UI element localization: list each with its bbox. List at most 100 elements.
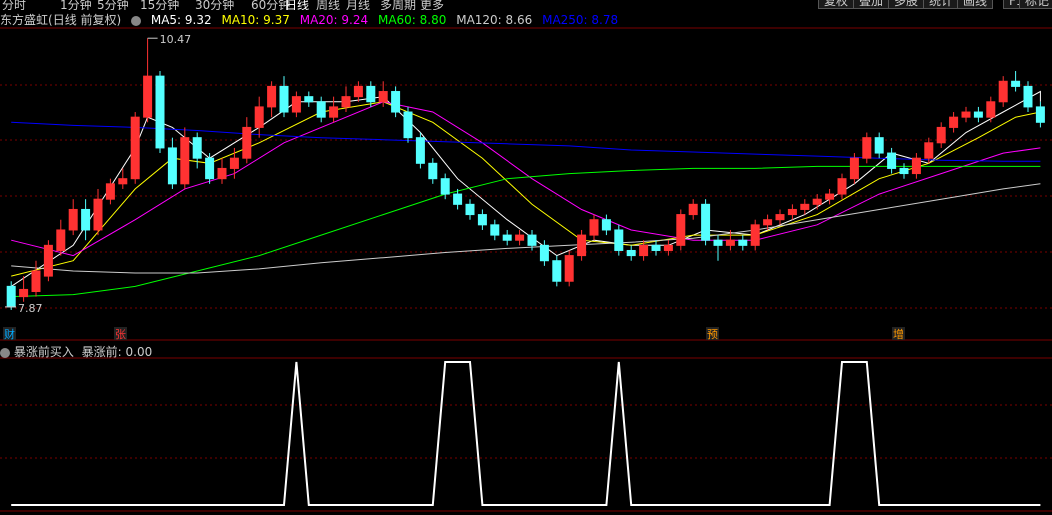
candle-body xyxy=(316,101,326,118)
indicator-value: 暴涨前: 0.00 xyxy=(81,345,153,359)
candle-body xyxy=(465,203,475,216)
candle-body xyxy=(539,244,549,262)
candle-body xyxy=(192,137,202,159)
kline-chart[interactable]: 10.47 7.87财 张 预 增 xyxy=(0,0,1052,515)
candle-body xyxy=(180,137,190,185)
high-price-label: 10.47 xyxy=(160,33,192,46)
candle-body xyxy=(378,91,388,103)
chart-mode: (日线 前复权) xyxy=(48,13,122,27)
candle-body xyxy=(155,75,165,149)
candle-body xyxy=(329,106,339,118)
candle-body xyxy=(428,162,438,180)
candle-body xyxy=(899,167,909,175)
candle-body xyxy=(738,239,748,246)
ma-line-ma60 xyxy=(11,165,1041,298)
candle-body xyxy=(515,234,525,241)
candle-body xyxy=(93,198,103,231)
candle-body xyxy=(453,193,463,205)
ma250-label: MA250: 8.78 xyxy=(542,13,619,27)
ma-toggle-icon[interactable] xyxy=(131,15,142,26)
candle-body xyxy=(118,178,128,185)
candle-body xyxy=(639,244,649,257)
ma-line-ma5 xyxy=(10,90,1041,287)
candle-body xyxy=(43,244,53,277)
candle-body xyxy=(242,126,252,159)
ma60-label: MA60: 8.80 xyxy=(377,13,447,27)
candle-body xyxy=(949,116,959,128)
event-marker-3: 增 xyxy=(893,327,904,341)
candle-body xyxy=(341,96,351,108)
candle-body xyxy=(825,193,835,200)
ma120-label: MA120: 8.66 xyxy=(456,13,533,27)
candle-body xyxy=(205,157,215,180)
event-marker-1: 张 xyxy=(115,328,126,341)
candle-body xyxy=(477,214,487,226)
main-info-bar: 东方盛虹(日线 前复权) MA5: 9.32 MA10: 9.37 MA20: … xyxy=(0,11,624,27)
candle-body xyxy=(961,111,971,118)
candle-body xyxy=(527,234,537,246)
candle-body xyxy=(502,234,512,241)
candle-body xyxy=(688,203,698,216)
candle-body xyxy=(763,219,773,226)
candle-body xyxy=(577,234,587,257)
candle-body xyxy=(279,85,289,113)
candle-body xyxy=(887,152,897,169)
candle-body xyxy=(862,137,872,159)
candle-body xyxy=(1023,85,1033,108)
candle-body xyxy=(391,91,401,113)
candle-body xyxy=(490,224,500,236)
candle-body xyxy=(837,178,847,195)
candle-body xyxy=(1011,80,1021,87)
candle-body xyxy=(143,75,153,118)
candle-body xyxy=(849,157,859,180)
candle-body xyxy=(229,157,239,169)
candle-body xyxy=(626,249,636,257)
candle-body xyxy=(701,203,711,241)
candle-body xyxy=(725,239,735,246)
candle-body xyxy=(986,101,996,118)
candle-body xyxy=(130,116,140,180)
candle-body xyxy=(217,167,227,180)
candle-body xyxy=(366,85,376,103)
indicator-toggle-icon[interactable] xyxy=(0,347,10,358)
candle-body xyxy=(812,198,822,205)
stock-name: 东方盛虹 xyxy=(0,13,49,27)
candle-body xyxy=(973,111,983,118)
candle-body xyxy=(775,214,785,221)
ma-line-ma120 xyxy=(11,183,1041,274)
candle-body xyxy=(254,106,264,128)
event-marker-2: 预 xyxy=(707,328,718,341)
indicator-line xyxy=(11,361,1041,506)
candle-body xyxy=(651,244,661,251)
candle-body xyxy=(353,85,363,98)
candle-body xyxy=(564,255,574,282)
candle-body xyxy=(56,229,66,251)
candle-body xyxy=(291,96,301,113)
candle-body xyxy=(911,157,921,175)
ma10-label: MA10: 9.37 xyxy=(221,13,290,27)
candle-body xyxy=(167,147,177,185)
candle-body xyxy=(936,126,946,144)
event-marker-0: 财 xyxy=(4,327,15,341)
candle-body xyxy=(304,96,314,103)
ma5-label: MA5: 9.32 xyxy=(150,13,212,27)
candle-body xyxy=(874,137,884,154)
candle-body xyxy=(6,285,16,308)
candle-body xyxy=(663,244,673,251)
candle-body xyxy=(552,260,562,282)
low-price-label: 7.87 xyxy=(18,302,43,315)
candle-body xyxy=(713,239,723,246)
candle-body xyxy=(68,208,78,231)
candle-body xyxy=(31,270,41,292)
ma-line-ma250 xyxy=(11,121,1041,162)
candle-body xyxy=(415,137,425,164)
candle-body xyxy=(403,111,413,139)
candle-body xyxy=(601,219,611,231)
candle-body xyxy=(589,219,599,236)
candle-body xyxy=(81,208,91,231)
candle-body xyxy=(440,178,450,195)
ma-line-ma10 xyxy=(11,101,1041,277)
candle-body xyxy=(998,80,1008,103)
candle-body xyxy=(924,142,934,159)
ma20-label: MA20: 9.24 xyxy=(299,13,369,27)
